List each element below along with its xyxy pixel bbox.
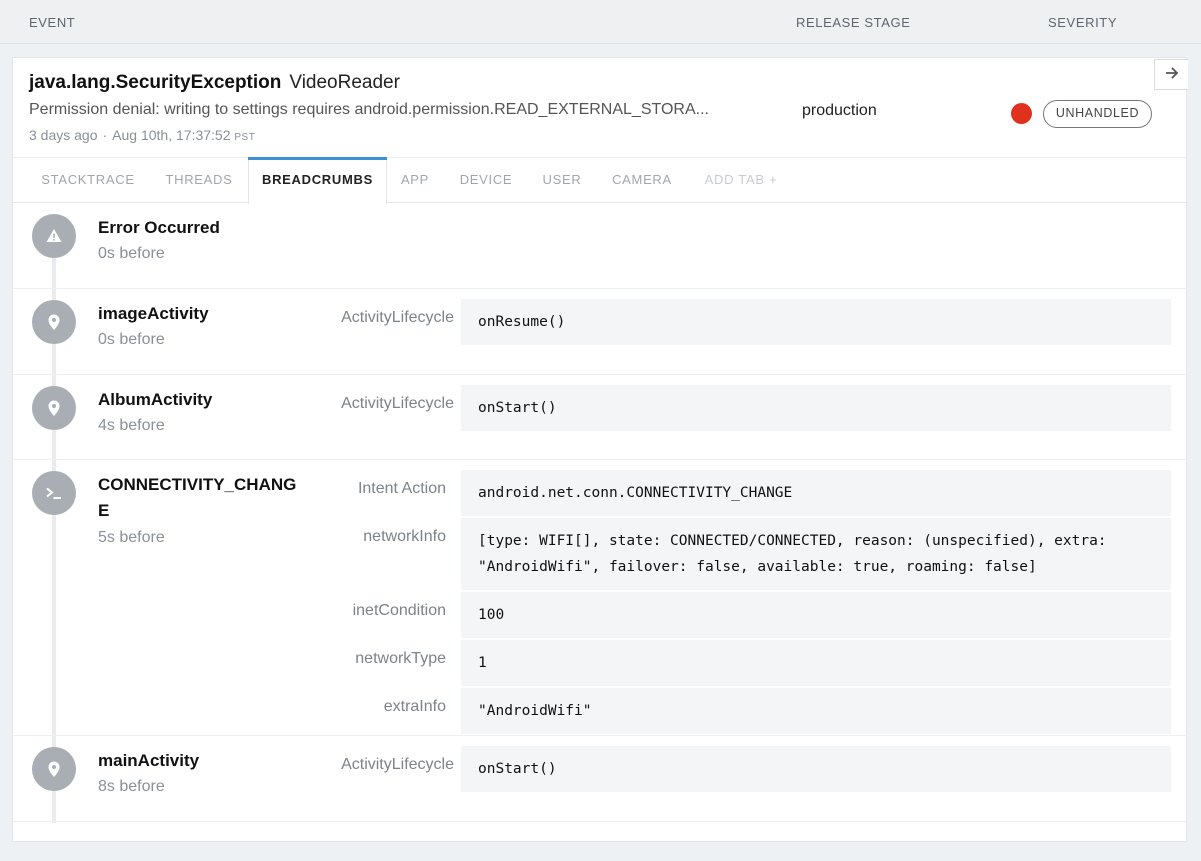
arrow-right-icon [1165, 66, 1179, 83]
breadcrumb-metadata: ActivityLifecycle onStart() [303, 746, 1171, 794]
tab-app[interactable]: APP [395, 158, 435, 203]
metadata-key: inetCondition [352, 602, 446, 619]
breadcrumb-time: 0s before [98, 331, 165, 348]
unhandled-badge: UNHANDLED [1043, 100, 1152, 128]
metadata-value: "AndroidWifi" [461, 688, 1171, 734]
metadata-value: [type: WIFI[], state: CONNECTED/CONNECTE… [461, 518, 1171, 590]
event-context: VideoReader [289, 72, 400, 93]
breadcrumb-metadata: ActivityLifecycle onStart() [303, 385, 1171, 433]
breadcrumb-item: Error Occurred 0s before [13, 203, 1188, 289]
severity-error-dot [1011, 103, 1032, 124]
metadata-row: ActivityLifecycle onStart() [303, 746, 1171, 792]
breadcrumb-icon-bubble [32, 386, 76, 430]
metadata-row: extraInfo "AndroidWifi" [303, 688, 1171, 734]
event-time: 3 days ago · Aug 10th, 17:37:52 PST [29, 127, 255, 143]
detail-tabs: STACKTRACE THREADS BREADCRUMBS APP DEVIC… [13, 157, 1188, 204]
breadcrumb-metadata: Intent Action android.net.conn.CONNECTIV… [303, 470, 1171, 736]
breadcrumb-title: CONNECTIVITY_CHANGE [98, 475, 297, 520]
breadcrumb-item: CONNECTIVITY_CHANGE 5s before Intent Act… [13, 460, 1188, 736]
metadata-value: 1 [461, 640, 1171, 686]
breadcrumb-time: 4s before [98, 417, 165, 434]
metadata-key: extraInfo [383, 698, 446, 715]
error-class: java.lang.SecurityException [29, 72, 282, 93]
metadata-key: networkType [355, 650, 446, 667]
release-stage-value: production [802, 102, 877, 119]
tab-threads[interactable]: THREADS [158, 158, 240, 203]
metadata-row: Intent Action android.net.conn.CONNECTIV… [303, 470, 1171, 516]
metadata-row: networkType 1 [303, 640, 1171, 686]
metadata-value: onStart() [461, 385, 1171, 431]
column-header-event: EVENT [29, 15, 76, 30]
timestamp: Aug 10th, 17:37:52 [112, 127, 231, 143]
metadata-value: 100 [461, 592, 1171, 638]
breadcrumb-time: 8s before [98, 778, 165, 795]
breadcrumb-title: Error Occurred [98, 218, 220, 237]
breadcrumb-item: imageActivity 0s before ActivityLifecycl… [13, 289, 1188, 375]
breadcrumb-item: mainActivity 8s before ActivityLifecycle… [13, 736, 1188, 822]
breadcrumb-icon-bubble [32, 471, 76, 515]
relative-time: 3 days ago [29, 127, 98, 143]
timezone: PST [234, 132, 256, 143]
metadata-value: onStart() [461, 746, 1171, 792]
time-separator: · [102, 127, 108, 143]
metadata-key: networkInfo [363, 528, 446, 545]
column-header-release-stage: RELEASE STAGE [796, 15, 911, 30]
metadata-key: ActivityLifecycle [341, 309, 454, 326]
tab-stacktrace[interactable]: STACKTRACE [29, 158, 147, 203]
tab-add-tab[interactable]: ADD TAB + [699, 158, 783, 203]
breadcrumb-time: 5s before [98, 529, 165, 546]
metadata-value: onResume() [461, 299, 1171, 345]
tab-device[interactable]: DEVICE [455, 158, 517, 203]
breadcrumb-time: 0s before [98, 245, 165, 262]
tab-breadcrumbs[interactable]: BREADCRUMBS [248, 157, 387, 204]
event-title[interactable]: java.lang.SecurityException VideoReader [29, 72, 400, 94]
breadcrumb-icon-bubble [32, 747, 76, 791]
metadata-value: android.net.conn.CONNECTIVITY_CHANGE [461, 470, 1171, 516]
breadcrumb-title: imageActivity [98, 304, 209, 323]
breadcrumb-icon-bubble [32, 300, 76, 344]
error-message: Permission denial: writing to settings r… [29, 101, 709, 118]
metadata-key: Intent Action [357, 480, 446, 497]
event-card: java.lang.SecurityException VideoReader P… [12, 57, 1188, 842]
column-header-bar: EVENT RELEASE STAGE SEVERITY [0, 0, 1201, 44]
breadcrumb-title: mainActivity [98, 751, 200, 770]
metadata-row: ActivityLifecycle onStart() [303, 385, 1171, 431]
metadata-key: ActivityLifecycle [341, 756, 454, 773]
metadata-row: networkInfo [type: WIFI[], state: CONNEC… [303, 518, 1171, 590]
breadcrumb-item: AlbumActivity 4s before ActivityLifecycl… [13, 375, 1188, 460]
breadcrumb-icon-bubble [32, 214, 76, 258]
metadata-row: ActivityLifecycle onResume() [303, 299, 1171, 345]
column-header-severity: SEVERITY [1048, 15, 1118, 30]
breadcrumb-title: AlbumActivity [98, 390, 213, 409]
tab-camera[interactable]: CAMERA [606, 158, 678, 203]
breadcrumb-metadata: ActivityLifecycle onResume() [303, 299, 1171, 347]
tab-user[interactable]: USER [538, 158, 586, 203]
metadata-key: ActivityLifecycle [341, 395, 454, 412]
metadata-row: inetCondition 100 [303, 592, 1171, 638]
open-event-button[interactable] [1154, 59, 1188, 90]
